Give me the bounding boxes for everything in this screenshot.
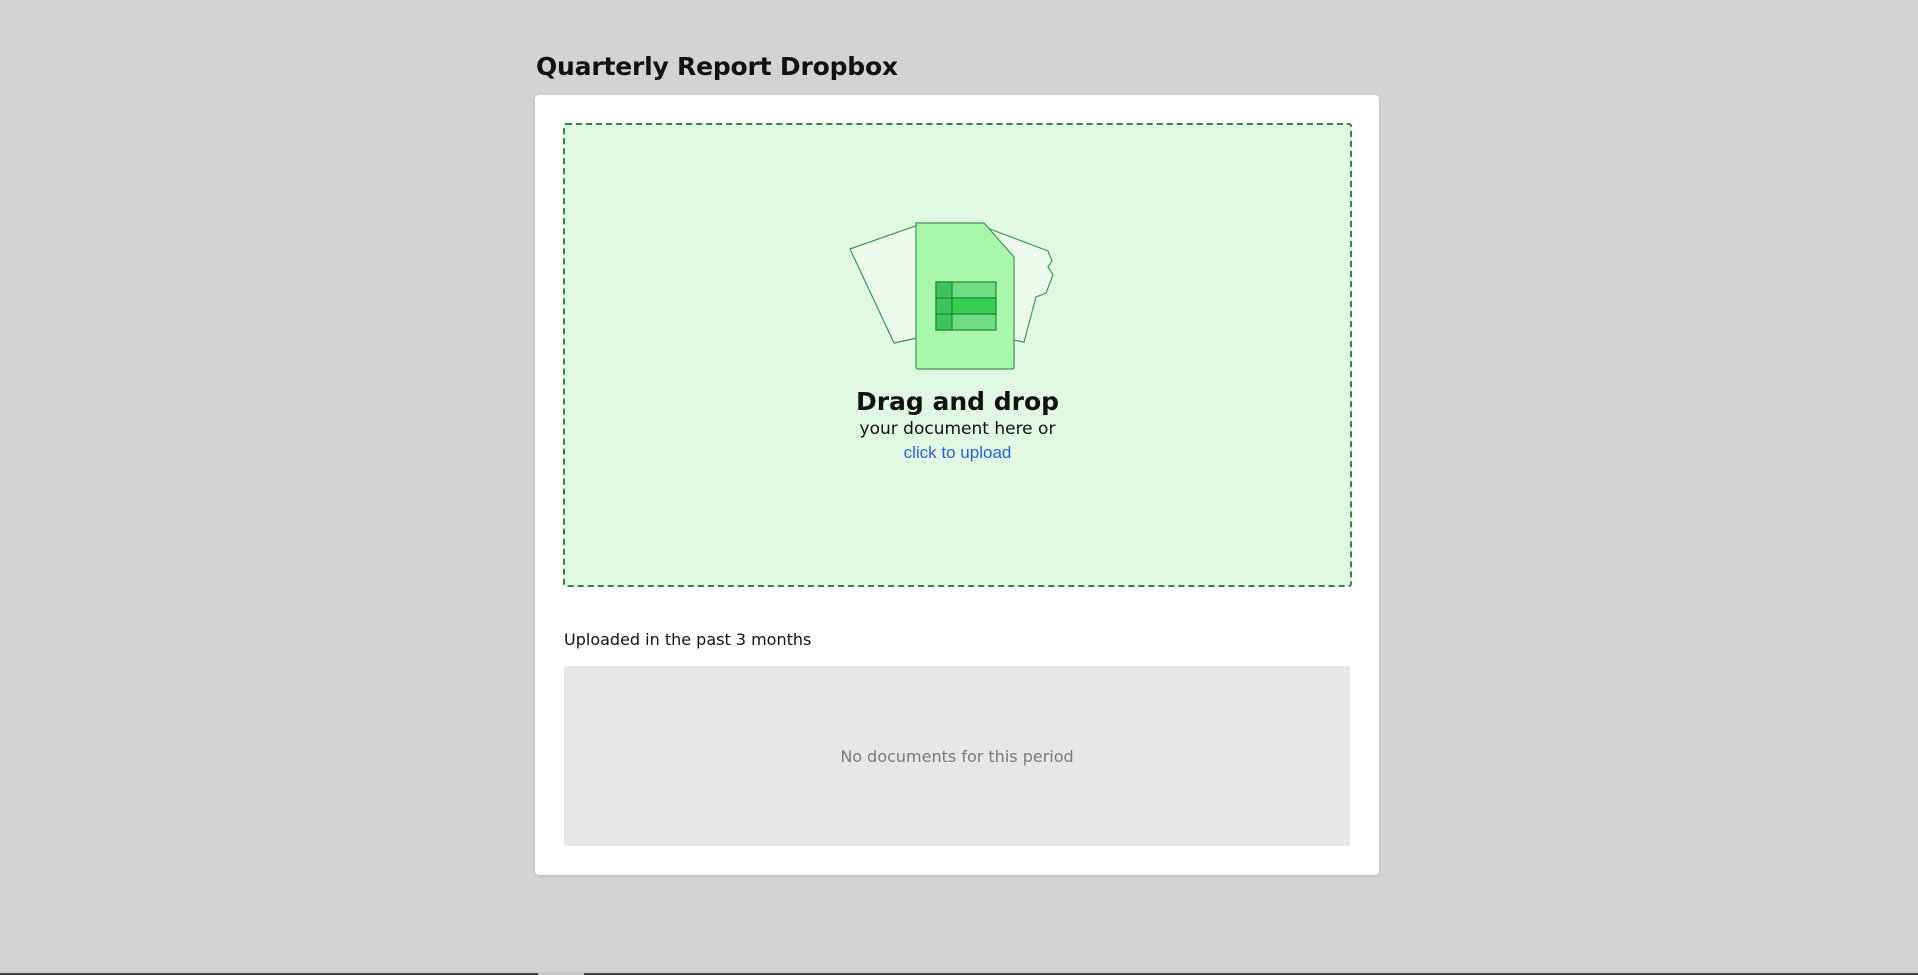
uploads-section-label: Uploaded in the past 3 months <box>564 630 812 649</box>
spreadsheet-document-icon <box>849 222 1054 370</box>
upload-card: Drag and drop your document here or clic… <box>535 95 1379 875</box>
file-dropzone[interactable]: Drag and drop your document here or clic… <box>563 123 1352 587</box>
uploaded-documents-list: No documents for this period <box>564 666 1350 846</box>
page-title: Quarterly Report Dropbox <box>536 52 898 81</box>
dropzone-heading: Drag and drop <box>855 387 1060 416</box>
dropzone-subtext: your document here or <box>859 419 1056 439</box>
empty-state-message: No documents for this period <box>840 747 1074 766</box>
click-to-upload-link[interactable]: click to upload <box>904 443 1012 462</box>
